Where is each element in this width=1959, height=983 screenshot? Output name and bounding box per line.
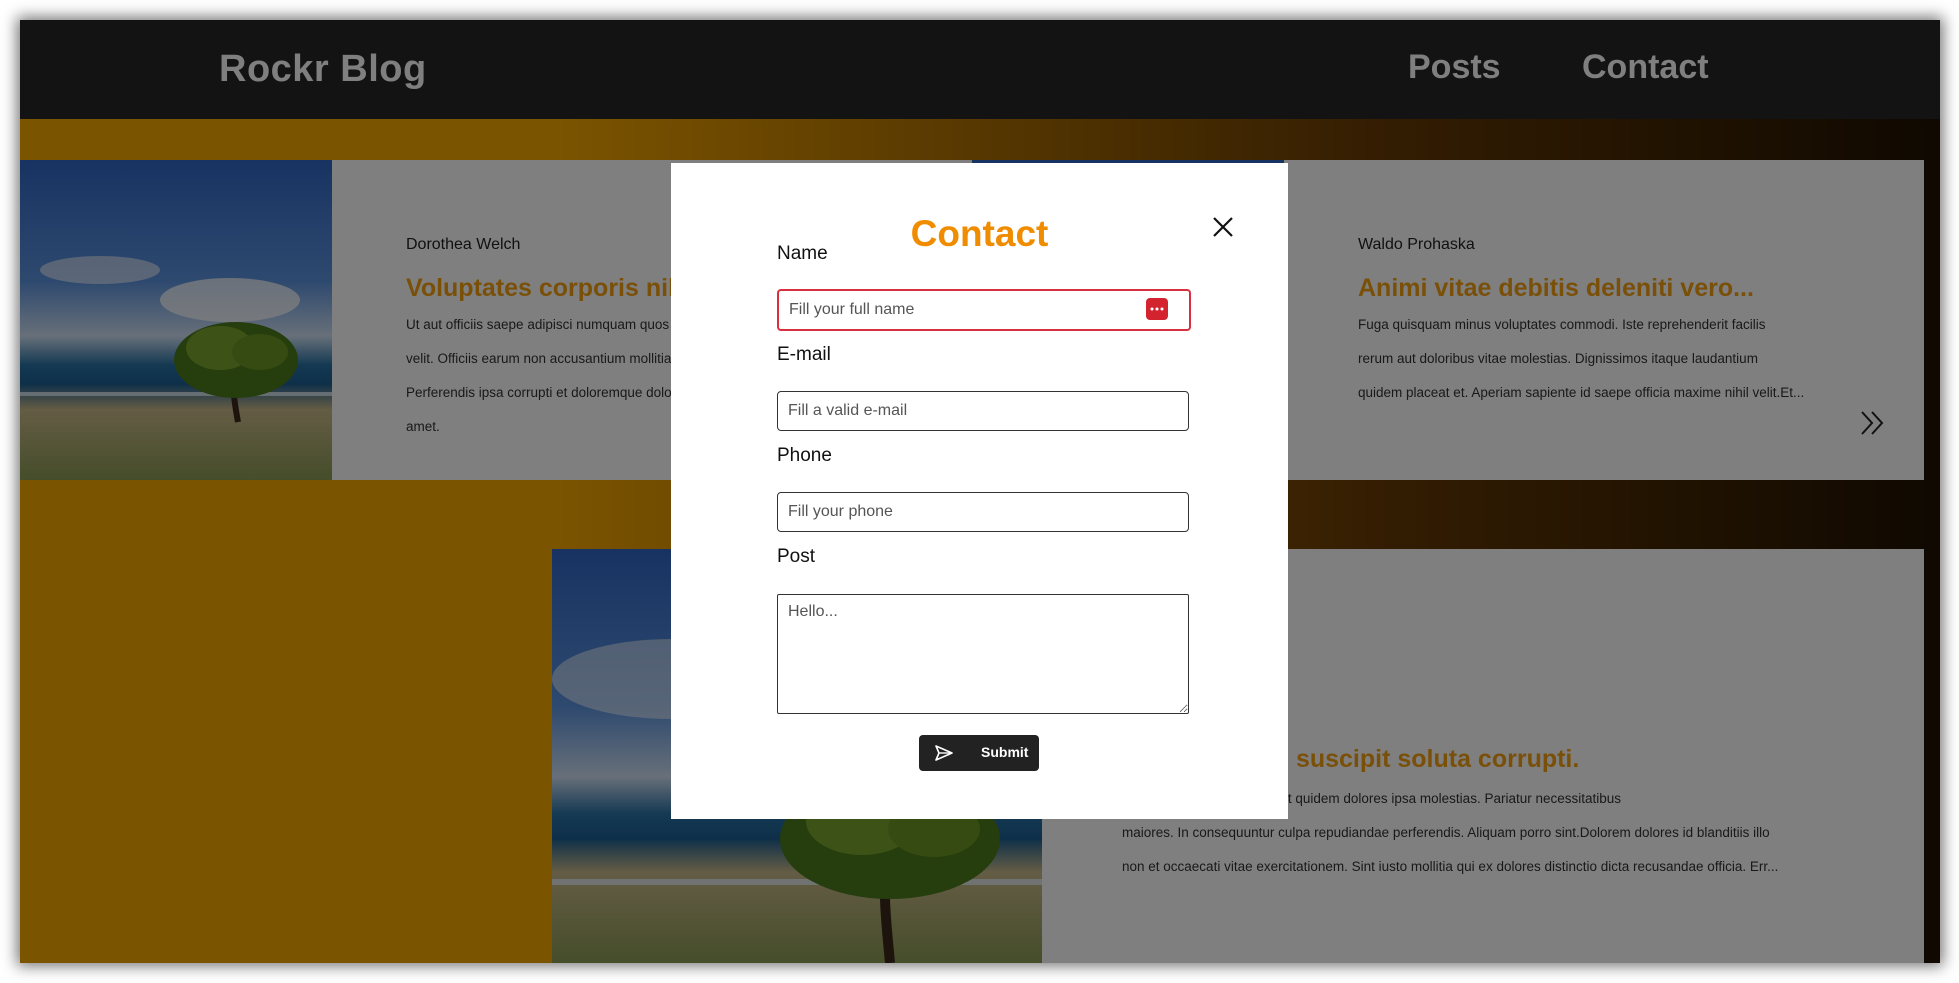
- contact-modal: Contact Name E-mail Phone Post: [671, 163, 1288, 819]
- email-label: E-mail: [777, 344, 831, 365]
- close-icon[interactable]: [1209, 213, 1237, 241]
- phone-input[interactable]: [777, 492, 1189, 532]
- modal-title: Contact: [910, 213, 1049, 254]
- name-label: Name: [777, 243, 828, 264]
- post-textarea[interactable]: [777, 594, 1189, 714]
- submit-button[interactable]: Submit: [919, 735, 1039, 771]
- email-input[interactable]: [777, 391, 1189, 431]
- phone-label: Phone: [777, 445, 832, 466]
- browser-viewport: Rockr Blog Posts Contact Dorothea Welch …: [20, 20, 1940, 963]
- password-manager-icon[interactable]: [1146, 298, 1168, 320]
- name-input[interactable]: [777, 289, 1191, 331]
- submit-label: Submit: [981, 744, 1029, 760]
- send-icon: [935, 745, 953, 761]
- post-label: Post: [777, 546, 816, 567]
